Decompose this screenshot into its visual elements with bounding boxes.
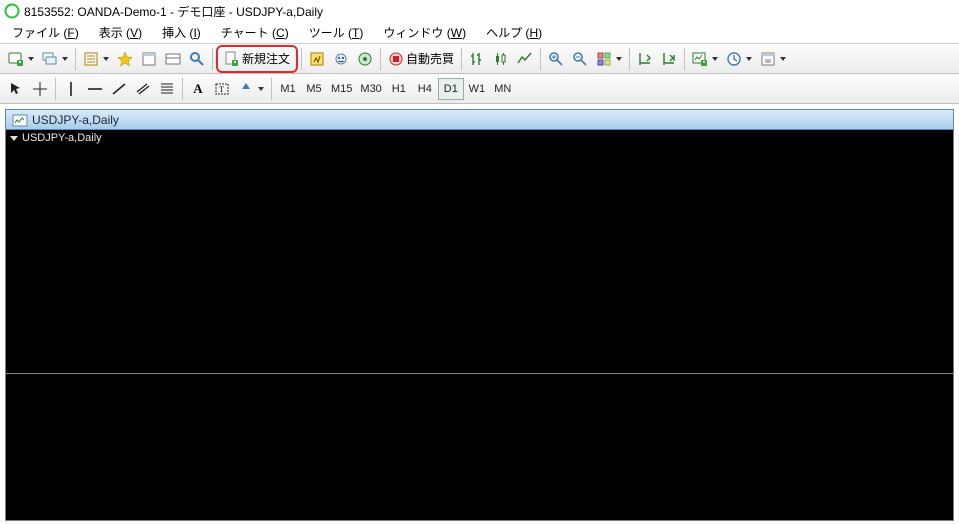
chart-icon (12, 113, 26, 127)
menu-insert[interactable]: 挿入 (I) (152, 21, 211, 44)
text-button[interactable]: A (186, 77, 210, 101)
candlestick-button[interactable] (489, 47, 513, 71)
menu-window[interactable]: ウィンドウ (W) (373, 21, 476, 44)
fibonacci-button[interactable] (155, 77, 179, 101)
toolbar-separator (301, 48, 302, 70)
menu-tools[interactable]: ツール (T) (299, 21, 374, 44)
menu-chart[interactable]: チャート (C) (211, 21, 299, 44)
toolbar-separator (540, 48, 541, 70)
terminal-button[interactable] (161, 47, 185, 71)
toolbar-separator (461, 48, 462, 70)
timeframe-w1[interactable]: W1 (464, 78, 490, 100)
timeframe-h4[interactable]: H4 (412, 78, 438, 100)
toolbar-separator (55, 78, 56, 100)
svg-text:T: T (219, 85, 224, 94)
strategy-tester-button[interactable] (185, 47, 209, 71)
chevron-down-icon (10, 136, 18, 141)
templates-button[interactable] (756, 47, 790, 71)
arrows-button[interactable] (234, 77, 268, 101)
equidistant-channel-button[interactable] (131, 77, 155, 101)
toolbar-drawing: A T M1 M5 M15 M30 H1 H4 D1 W1 MN (0, 74, 959, 104)
auto-scroll-button[interactable] (592, 47, 626, 71)
crosshair-button[interactable] (28, 77, 52, 101)
new-order-button[interactable]: 新規注文 (220, 47, 294, 71)
expert-advisors-button[interactable] (329, 47, 353, 71)
timeframe-m30[interactable]: M30 (356, 78, 385, 100)
horizontal-line-button[interactable] (83, 77, 107, 101)
timeframe-m1[interactable]: M1 (275, 78, 301, 100)
bar-chart-button[interactable] (465, 47, 489, 71)
autotrading-label: 自動売買 (406, 50, 454, 67)
window-title: 8153552: OANDA-Demo-1 - デモ口座 - USDJPY-a,… (24, 3, 323, 20)
toolbar-separator (75, 48, 76, 70)
chart-tab-title: USDJPY-a,Daily (32, 113, 119, 127)
toolbar-separator (380, 48, 381, 70)
toolbar-separator (684, 48, 685, 70)
chart-inner-title: USDJPY-a,Daily (10, 132, 102, 144)
metaquotes-button[interactable] (305, 47, 329, 71)
chart-window-titlebar[interactable]: USDJPY-a,Daily (5, 109, 954, 130)
navigator-button[interactable] (113, 47, 137, 71)
chart-shift-button[interactable] (633, 47, 657, 71)
line-chart-button[interactable] (513, 47, 537, 71)
toolbar-separator (212, 48, 213, 70)
timeframe-m5[interactable]: M5 (301, 78, 327, 100)
data-window-button[interactable] (137, 47, 161, 71)
new-chart-button[interactable] (4, 47, 38, 71)
options-button[interactable] (353, 47, 377, 71)
indicators-button[interactable] (688, 47, 722, 71)
zoom-out-button[interactable] (568, 47, 592, 71)
chart-area[interactable]: USDJPY-a,Daily (5, 130, 954, 521)
text-label-button[interactable]: T (210, 77, 234, 101)
toolbar-separator (182, 78, 183, 100)
chart-shift-end-button[interactable] (657, 47, 681, 71)
app-logo-icon (4, 3, 20, 19)
toolbar-separator (271, 78, 272, 100)
menu-help[interactable]: ヘルプ (H) (476, 21, 552, 44)
menubar: ファイル (F) 表示 (V) 挿入 (I) チャート (C) ツール (T) … (0, 22, 959, 44)
profiles-button[interactable] (38, 47, 72, 71)
new-order-label: 新規注文 (242, 50, 290, 67)
vertical-line-button[interactable] (59, 77, 83, 101)
cursor-button[interactable] (4, 77, 28, 101)
menu-view[interactable]: 表示 (V) (89, 21, 152, 44)
menu-file[interactable]: ファイル (F) (2, 21, 89, 44)
timeframe-d1[interactable]: D1 (438, 78, 464, 100)
market-watch-button[interactable] (79, 47, 113, 71)
timeframe-mn[interactable]: MN (490, 78, 516, 100)
zoom-in-button[interactable] (544, 47, 568, 71)
timeframe-h1[interactable]: H1 (386, 78, 412, 100)
autotrading-button[interactable]: 自動売買 (384, 47, 458, 71)
titlebar: 8153552: OANDA-Demo-1 - デモ口座 - USDJPY-a,… (0, 0, 959, 22)
timeframe-m15[interactable]: M15 (327, 78, 356, 100)
toolbar-separator (629, 48, 630, 70)
chart-gridline (6, 373, 953, 374)
periodicity-button[interactable] (722, 47, 756, 71)
toolbar-main: 新規注文 自動売買 (0, 44, 959, 74)
trendline-button[interactable] (107, 77, 131, 101)
new-order-highlight: 新規注文 (216, 45, 298, 73)
